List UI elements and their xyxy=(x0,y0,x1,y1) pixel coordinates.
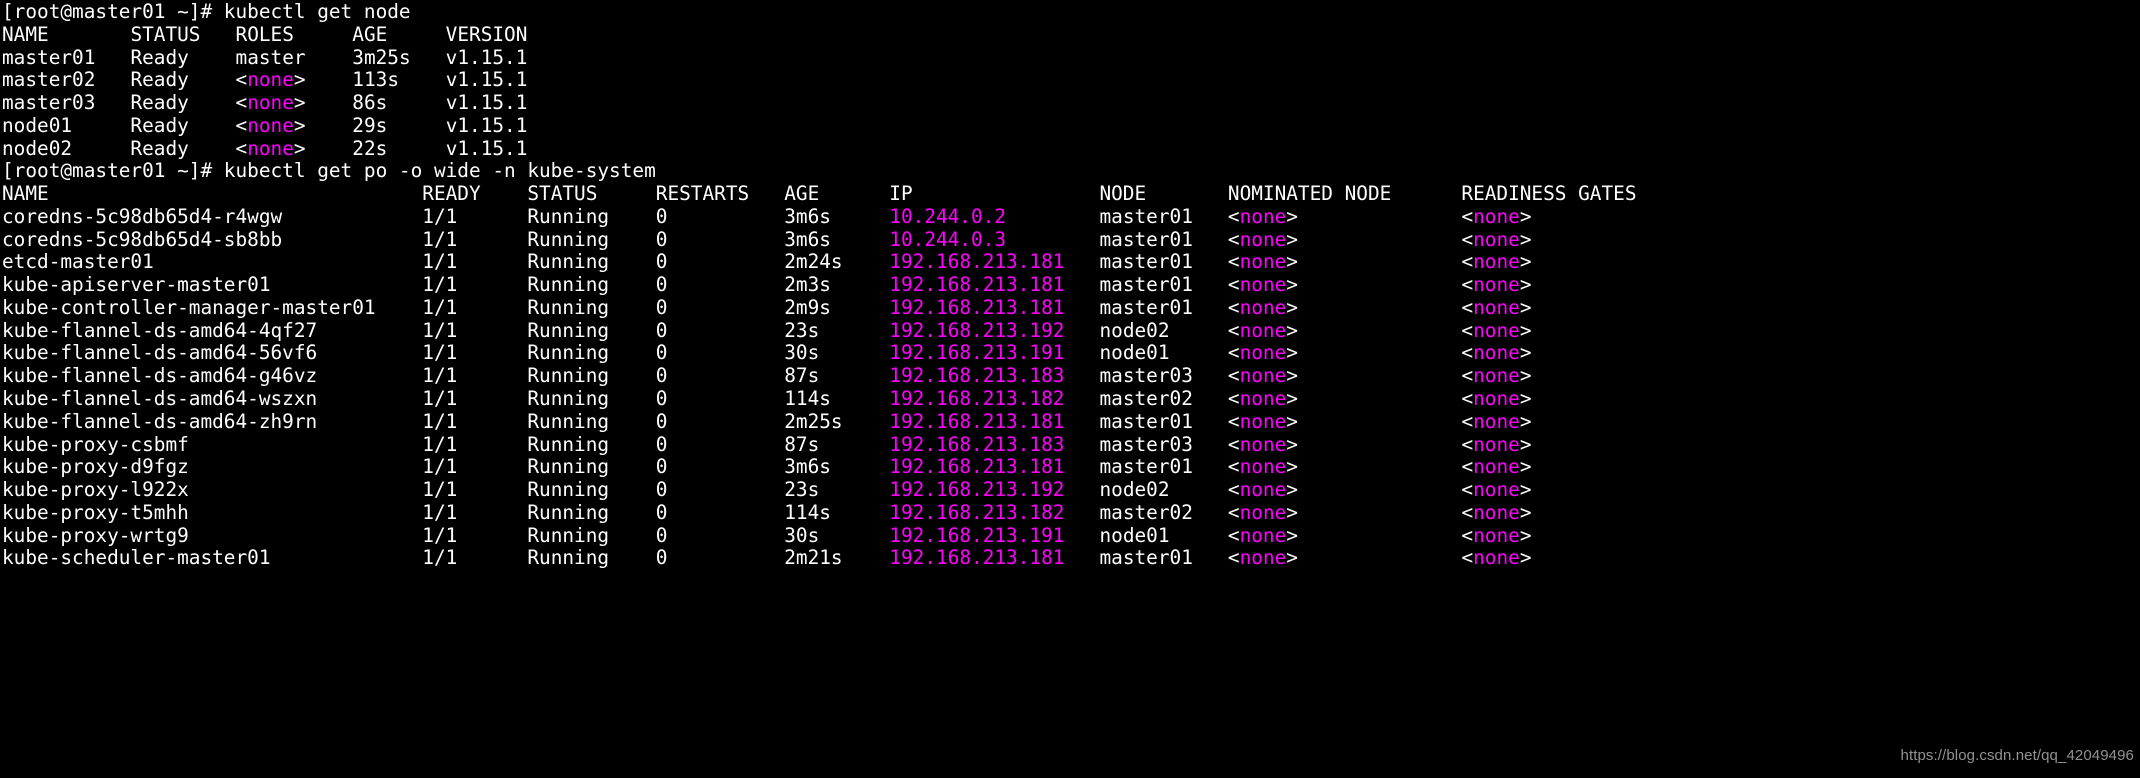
pods-table-row: kube-proxy-wrtg9 1/1 Running 0 30s 192.1… xyxy=(2,523,1532,547)
nodes-table-row: master03 Ready <none> 86s v1.15.1 xyxy=(2,91,528,115)
pods-table-row: etcd-master01 1/1 Running 0 2m24s 192.16… xyxy=(2,250,1532,274)
pods-table-row: kube-proxy-t5mhh 1/1 Running 0 114s 192.… xyxy=(2,500,1532,524)
terminal-screen[interactable]: [root@master01 ~]# kubectl get node NAME … xyxy=(0,0,2140,778)
nodes-table-row: master01 Ready master 3m25s v1.15.1 xyxy=(2,45,528,69)
pods-table-row: kube-controller-manager-master01 1/1 Run… xyxy=(2,295,1532,319)
nodes-table-row: node01 Ready <none> 29s v1.15.1 xyxy=(2,113,528,137)
pods-table-row: kube-proxy-d9fgz 1/1 Running 0 3m6s 192.… xyxy=(2,455,1532,479)
pods-table-row: kube-flannel-ds-amd64-wszxn 1/1 Running … xyxy=(2,387,1532,411)
pods-table-row: kube-proxy-l922x 1/1 Running 0 23s 192.1… xyxy=(2,478,1532,502)
pods-table-row: kube-flannel-ds-amd64-56vf6 1/1 Running … xyxy=(2,341,1532,365)
pods-table-row: kube-flannel-ds-amd64-zh9rn 1/1 Running … xyxy=(2,409,1532,433)
prompt-line-1: [root@master01 ~]# kubectl get node xyxy=(2,0,411,23)
pods-table-row: coredns-5c98db65d4-sb8bb 1/1 Running 0 3… xyxy=(2,227,1532,251)
pods-table-header: NAME READY STATUS RESTARTS AGE IP NODE N… xyxy=(2,182,1637,206)
prompt-line-2: [root@master01 ~]# kubectl get po -o wid… xyxy=(2,159,656,183)
nodes-table-row: master02 Ready <none> 113s v1.15.1 xyxy=(2,68,528,92)
pods-table-row: kube-flannel-ds-amd64-4qf27 1/1 Running … xyxy=(2,318,1532,342)
nodes-table-row: node02 Ready <none> 22s v1.15.1 xyxy=(2,136,528,160)
nodes-table-header: NAME STATUS ROLES AGE VERSION xyxy=(2,22,528,46)
pods-table-row: kube-apiserver-master01 1/1 Running 0 2m… xyxy=(2,273,1532,297)
pods-table-row: kube-flannel-ds-amd64-g46vz 1/1 Running … xyxy=(2,364,1532,388)
pods-table-row: coredns-5c98db65d4-r4wgw 1/1 Running 0 3… xyxy=(2,204,1532,228)
pods-table-row: kube-proxy-csbmf 1/1 Running 0 87s 192.1… xyxy=(2,432,1532,456)
pods-table-row: kube-scheduler-master01 1/1 Running 0 2m… xyxy=(2,546,1532,570)
